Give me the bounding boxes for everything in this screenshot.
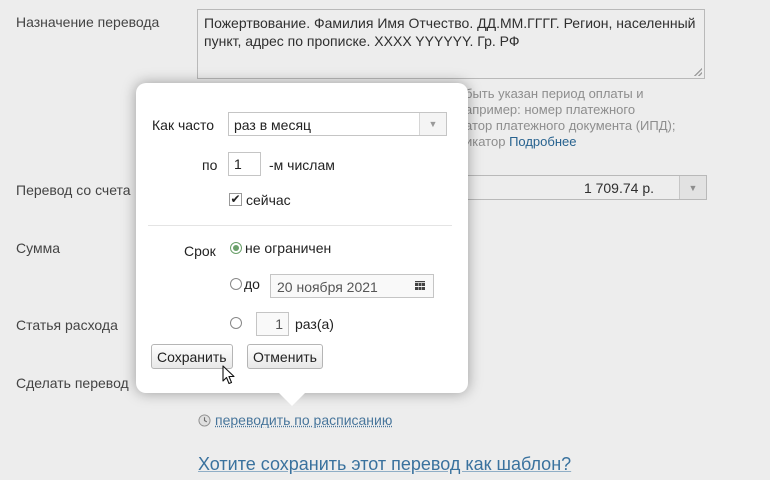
term-until-label: до [244, 276, 260, 292]
frequency-select[interactable]: раз в месяц ▼ [228, 112, 447, 136]
calendar-icon[interactable] [415, 281, 425, 291]
frequency-value: раз в месяц [234, 117, 312, 133]
term-times-radio[interactable] [230, 317, 242, 329]
term-label: Срок [184, 243, 216, 259]
term-times-suffix: раз(а) [295, 316, 334, 332]
term-unlimited-radio[interactable] [230, 242, 242, 254]
day-prefix: по [202, 157, 218, 173]
term-until-date: 20 ноября 2021 [277, 279, 378, 295]
day-suffix: -м числам [269, 157, 335, 173]
day-of-month-input[interactable] [228, 152, 261, 176]
cancel-button[interactable]: Отменить [247, 344, 323, 369]
dropdown-arrow-icon[interactable]: ▼ [419, 113, 446, 135]
popup-pointer [278, 392, 306, 406]
schedule-popup: Как часто раз в месяц ▼ по -м числам ✔ с… [136, 83, 468, 406]
checkmark-icon: ✔ [230, 192, 241, 206]
term-until-date-input[interactable]: 20 ноября 2021 [270, 274, 434, 298]
term-until-radio[interactable] [230, 278, 242, 290]
term-unlimited-label: не ограничен [245, 240, 332, 256]
term-times-input[interactable] [256, 312, 289, 336]
now-checkbox[interactable]: ✔ [229, 193, 242, 206]
mouse-cursor-icon [222, 365, 235, 385]
frequency-label: Как часто [152, 117, 215, 133]
now-label: сейчас [246, 192, 291, 208]
save-button[interactable]: Сохранить [151, 344, 233, 369]
section-divider [148, 225, 452, 226]
